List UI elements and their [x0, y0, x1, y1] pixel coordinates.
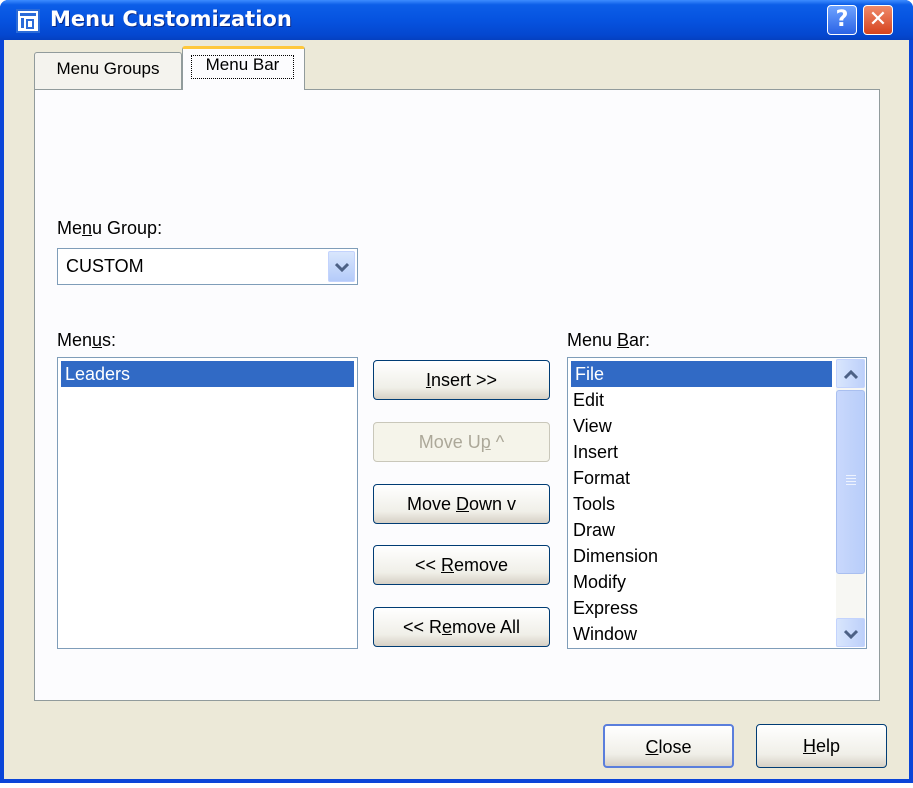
- scroll-down-button[interactable]: [836, 618, 865, 647]
- chevron-down-icon: [335, 262, 349, 272]
- list-item[interactable]: Edit: [569, 387, 834, 413]
- list-item[interactable]: Draw: [569, 517, 834, 543]
- title-bar[interactable]: Menu Customization ? ✕: [0, 0, 913, 40]
- list-item[interactable]: Window: [569, 621, 834, 647]
- list-item[interactable]: File: [571, 361, 832, 387]
- menu-bar-label: Menu Bar:: [567, 330, 651, 350]
- dropdown-button[interactable]: [328, 251, 355, 282]
- close-title-button[interactable]: ✕: [863, 5, 893, 35]
- list-item[interactable]: Modify: [569, 569, 834, 595]
- menu-group-value: CUSTOM: [66, 256, 144, 276]
- window-title: Menu Customization: [50, 7, 292, 31]
- list-item[interactable]: View: [569, 413, 834, 439]
- list-item[interactable]: Dimension: [569, 543, 834, 569]
- close-button[interactable]: Close: [603, 724, 734, 768]
- menu-group-label: Menu Group:: [57, 218, 163, 238]
- remove-button[interactable]: << Remove: [373, 545, 550, 585]
- help-button[interactable]: Help: [756, 724, 887, 768]
- chevron-down-icon: [844, 629, 858, 639]
- list-item[interactable]: Leaders: [61, 361, 354, 387]
- move-down-button[interactable]: Move Down v: [373, 484, 550, 524]
- move-up-button[interactable]: Move Up ^: [373, 422, 550, 462]
- tab-menu-bar[interactable]: Menu Bar: [182, 46, 305, 90]
- menus-listbox[interactable]: Leaders: [57, 357, 358, 649]
- list-item[interactable]: Express: [569, 595, 834, 621]
- app-icon[interactable]: [16, 9, 40, 33]
- list-item[interactable]: Tools: [569, 491, 834, 517]
- insert-button[interactable]: Insert >>: [373, 360, 550, 400]
- menus-label: Menus:: [57, 330, 117, 350]
- scroll-up-button[interactable]: [836, 359, 865, 388]
- tab-menu-groups-label: Menu Groups: [56, 59, 160, 78]
- tab-menu-bar-label: Menu Bar: [205, 55, 280, 74]
- remove-all-button[interactable]: << Remove All: [373, 607, 550, 647]
- list-item[interactable]: Format: [569, 465, 834, 491]
- chevron-up-icon: [844, 370, 858, 380]
- tab-menu-groups[interactable]: Menu Groups: [34, 52, 182, 89]
- scrollbar-thumb[interactable]: [836, 390, 865, 574]
- grip-icon: [846, 475, 856, 476]
- menu-bar-listbox[interactable]: File Edit View Insert Format Tools Draw …: [567, 357, 867, 649]
- vertical-scrollbar[interactable]: [836, 359, 865, 647]
- close-icon: ✕: [868, 7, 888, 32]
- help-icon: ?: [835, 7, 849, 32]
- help-title-button[interactable]: ?: [827, 5, 857, 35]
- menu-group-select[interactable]: CUSTOM: [57, 248, 358, 285]
- list-item[interactable]: Insert: [569, 439, 834, 465]
